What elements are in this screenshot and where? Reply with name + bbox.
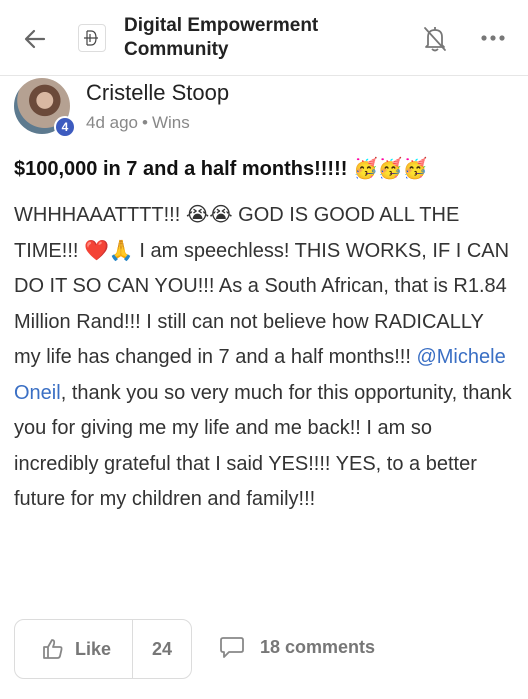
post-meta: 4d ago • Wins — [86, 113, 190, 133]
back-button[interactable] — [20, 24, 50, 54]
author-name[interactable]: Cristelle Stoop — [86, 80, 229, 106]
author-avatar[interactable]: 4 — [14, 78, 76, 138]
logo-icon — [84, 30, 98, 46]
top-bar: Digital Empowerment Community — [0, 0, 528, 76]
level-badge: 4 — [54, 116, 76, 138]
comment-icon — [220, 637, 244, 658]
post-body-text-continued: , thank you so very much for this opport… — [14, 381, 512, 511]
notification-toggle-button[interactable] — [421, 24, 449, 54]
post-category[interactable]: Wins — [152, 113, 190, 132]
post-body-text: WHHHAAATTTT!!! 😭😭 GOD IS GOOD ALL THE TI… — [14, 204, 510, 368]
post-time: 4d ago — [86, 113, 138, 132]
comments-label: 18 comments — [260, 636, 376, 657]
community-name[interactable]: Digital Empowerment Community — [124, 14, 394, 62]
like-group: Like 24 — [14, 619, 192, 679]
separator-dot: • — [142, 113, 148, 132]
thumbs-up-icon — [43, 639, 63, 659]
like-button[interactable]: Like — [15, 620, 133, 678]
post-body: WHHHAAATTTT!!! 😭😭 GOD IS GOOD ALL THE TI… — [14, 198, 514, 518]
post-title: $100,000 in 7 and a half months!!!!! 🥳🥳🥳 — [14, 158, 428, 180]
more-options-button[interactable] — [478, 26, 508, 50]
comments-button[interactable]: 18 comments — [218, 634, 375, 660]
more-horizontal-icon — [481, 35, 505, 41]
community-logo — [78, 24, 106, 52]
bell-off-icon — [424, 27, 446, 52]
arrow-left-icon — [24, 29, 46, 49]
like-label: Like — [75, 638, 112, 659]
like-count[interactable]: 24 — [133, 639, 191, 660]
